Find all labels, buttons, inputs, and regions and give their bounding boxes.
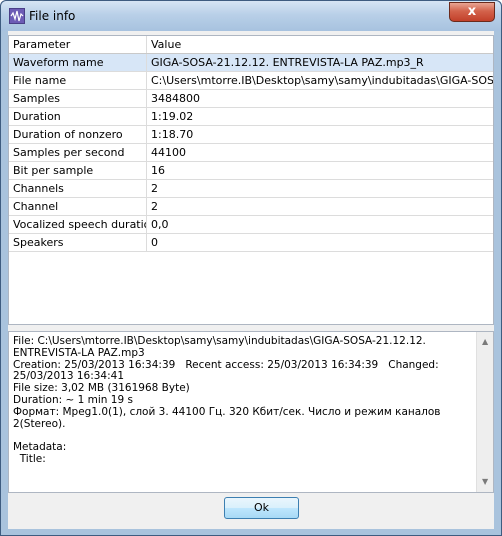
parameter-cell: Channels [9, 180, 147, 197]
value-cell: GIGA-SOSA-21.12.12. ENTREVISTA-LA PAZ.mp… [151, 56, 424, 69]
column-header-value[interactable]: Value [147, 36, 493, 53]
value-cell: 1:18.70 [151, 128, 194, 141]
window-title: File info [29, 9, 76, 23]
value-cell: 44100 [151, 146, 186, 159]
table-row[interactable]: Vocalized speech duration, s 0,0 [9, 216, 493, 234]
parameter-cell: Channel [9, 198, 147, 215]
parameter-cell: Duration [9, 108, 147, 125]
value-cell: 2 [151, 200, 158, 213]
file-info-window: File info x Parameter Value Waveform nam… [0, 0, 502, 536]
table-row[interactable]: Duration 1:19.02 [9, 108, 493, 126]
value-cell: 2 [151, 182, 158, 195]
table-row[interactable]: Speakers 0 [9, 234, 493, 252]
value-cell: 1:19.02 [151, 110, 194, 123]
parameter-cell: Bit per sample [9, 162, 147, 179]
ok-button[interactable]: Ok [224, 497, 299, 519]
title-bar[interactable]: File info x [1, 1, 501, 31]
dialog-body: Parameter Value Waveform name GIGA-SOSA-… [8, 31, 494, 529]
close-button[interactable]: x [449, 2, 495, 22]
parameters-table[interactable]: Parameter Value Waveform name GIGA-SOSA-… [8, 35, 494, 325]
details-scrollbar[interactable]: ▲ ▼ [476, 332, 493, 492]
parameter-cell: Waveform name [9, 54, 147, 71]
parameter-cell: Duration of nonzero [9, 126, 147, 143]
value-cell: 3484800 [151, 92, 200, 105]
parameter-cell: Vocalized speech duration, s [9, 216, 147, 233]
table-row[interactable]: Channel 2 [9, 198, 493, 216]
parameter-cell: Samples per second [9, 144, 147, 161]
scroll-down-icon[interactable]: ▼ [482, 478, 488, 486]
parameter-cell: Speakers [9, 234, 147, 251]
table-header: Parameter Value [9, 36, 493, 54]
table-row[interactable]: Samples per second 44100 [9, 144, 493, 162]
file-details-textbox[interactable]: File: C:\Users\mtorre.IB\Desktop\samy\sa… [8, 331, 494, 493]
value-cell: 0,0 [151, 218, 169, 231]
value-cell: C:\Users\mtorre.IB\Desktop\samy\samy\ind… [151, 74, 493, 87]
waveform-app-icon [9, 8, 25, 24]
table-row[interactable]: Samples 3484800 [9, 90, 493, 108]
table-row[interactable]: Bit per sample 16 [9, 162, 493, 180]
value-cell: 0 [151, 236, 158, 249]
value-cell: 16 [151, 164, 165, 177]
table-row[interactable]: File name C:\Users\mtorre.IB\Desktop\sam… [9, 72, 493, 90]
parameter-cell: File name [9, 72, 147, 89]
parameter-cell: Samples [9, 90, 147, 107]
scroll-up-icon[interactable]: ▲ [482, 338, 488, 346]
table-row[interactable]: Duration of nonzero 1:18.70 [9, 126, 493, 144]
table-row[interactable]: Waveform name GIGA-SOSA-21.12.12. ENTREV… [9, 54, 493, 72]
table-row[interactable]: Channels 2 [9, 180, 493, 198]
file-details-text: File: C:\Users\mtorre.IB\Desktop\samy\sa… [13, 335, 441, 465]
column-header-parameter[interactable]: Parameter [9, 36, 147, 53]
